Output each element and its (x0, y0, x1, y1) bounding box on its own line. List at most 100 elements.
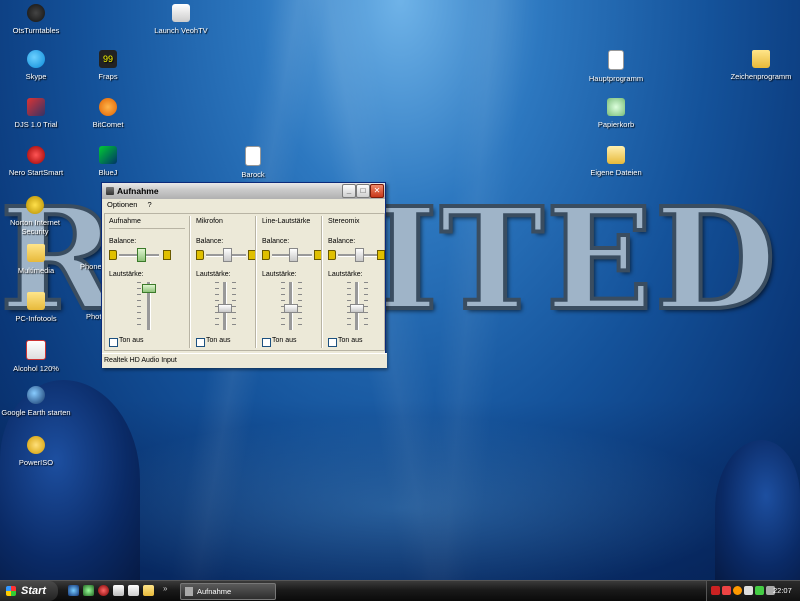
volume-label: Lautstärke: (262, 271, 297, 278)
desktop-icon-label: Fraps (98, 72, 118, 81)
folder-icon (27, 244, 45, 262)
desktop-icon-alcohol[interactable]: Alcohol 120% (0, 340, 72, 373)
speaker-left-icon (328, 250, 336, 260)
recycle-bin-icon (607, 98, 625, 116)
show-desktop-icon[interactable] (113, 585, 124, 596)
desktop-icon-label: Skype (25, 72, 47, 81)
channel-separator (189, 216, 191, 348)
disc-icon (27, 436, 45, 454)
start-button[interactable]: Start (0, 581, 58, 601)
volume-slider[interactable] (350, 304, 364, 313)
start-label: Start (21, 585, 47, 597)
balance-slider[interactable] (223, 248, 232, 262)
desktop-icon-veohtv[interactable]: Launch VeohTV (145, 4, 217, 35)
desktop-icon-label: PowerISO (18, 458, 54, 467)
volume-ticks (364, 282, 368, 330)
desktop-icon-norton[interactable]: Norton Internet Security (0, 196, 70, 236)
channel-separator (321, 216, 323, 348)
channel-title: Line-Lautstärke (262, 218, 311, 225)
mute-label: Ton aus (272, 337, 297, 344)
desktop-icon-label: Papierkorb (597, 120, 635, 129)
desktop-icon-nero[interactable]: Nero StartSmart (0, 146, 72, 177)
volume-slider[interactable] (142, 284, 156, 293)
fraps-icon: 99 (99, 50, 117, 68)
desktop-icon-otsturntables[interactable]: OtsTurntables (0, 4, 72, 35)
folder-icon[interactable] (143, 585, 154, 596)
desktop-icon-photo[interactable]: Photo (86, 312, 106, 321)
desktop-icon-label: OtsTurntables (12, 26, 60, 35)
channel-title: Aufnahme (109, 218, 141, 225)
close-button[interactable]: ✕ (370, 184, 384, 198)
desktop-icon-zeichenprogramm[interactable]: Zeichenprogramm (725, 50, 797, 81)
bitcomet-icon (99, 98, 117, 116)
tray-security-icon[interactable] (755, 586, 764, 595)
minimize-button[interactable]: _ (342, 184, 356, 198)
windows-flag-icon (6, 586, 16, 596)
desktop-icon-papierkorb[interactable]: Papierkorb (580, 98, 652, 129)
network-icon[interactable] (83, 585, 94, 596)
taskbar-item-aufnahme[interactable]: Aufnahme (180, 583, 276, 600)
desktop-icon-multimedia[interactable]: Multimedia (0, 244, 72, 275)
maximize-button[interactable]: □ (356, 184, 370, 198)
tray-antivirus-icon[interactable] (722, 586, 731, 595)
mute-checkbox[interactable] (328, 338, 337, 347)
mute-checkbox[interactable] (196, 338, 205, 347)
clock[interactable]: 22:07 (773, 581, 792, 601)
menu-help[interactable]: ? (148, 200, 152, 209)
menu-optionen[interactable]: Optionen (107, 200, 137, 209)
skype-icon (27, 50, 45, 68)
media-player-icon[interactable] (98, 585, 109, 596)
mute-checkbox[interactable] (109, 338, 118, 347)
bluej-icon (99, 146, 117, 164)
desktop-icon-bluej[interactable]: BlueJ (72, 146, 144, 177)
balance-slider[interactable] (137, 248, 146, 262)
mute-label: Ton aus (338, 337, 363, 344)
desktop-icon-barock[interactable]: Barock (217, 146, 289, 179)
mute-checkbox[interactable] (262, 338, 271, 347)
balance-slider[interactable] (355, 248, 364, 262)
norton-icon (26, 196, 44, 214)
desktop-icon-eigene-dateien[interactable]: Eigene Dateien (580, 146, 652, 177)
volume-slider[interactable] (218, 304, 232, 313)
quicklaunch-chevron-icon[interactable]: » (163, 584, 167, 593)
desktop-icon-pc-infotools[interactable]: PC-Infotools (0, 292, 72, 323)
volume-ticks (137, 282, 141, 330)
desktop-icon-poweriso[interactable]: PowerISO (0, 436, 72, 467)
tray-network-icon[interactable] (744, 586, 753, 595)
speaker-left-icon (196, 250, 204, 260)
balance-label: Balance: (196, 238, 224, 245)
desktop-icon-skype[interactable]: Skype (0, 50, 72, 81)
my-documents-icon (607, 146, 625, 164)
desktop-icon-google-earth[interactable]: Google Earth starten (0, 386, 72, 417)
volume-ticks (232, 282, 236, 330)
channel-line-lautstaerke: Line-Lautstärke Balance: Lautstärke: Ton… (258, 214, 323, 350)
window-titlebar[interactable]: Aufnahme _ □ ✕ (102, 183, 385, 199)
desktop-icon-label: DJS 1.0 Trial (14, 120, 58, 129)
menu-bar: Optionen ? (102, 199, 385, 210)
nero-icon (27, 146, 45, 164)
balance-label: Balance: (328, 238, 356, 245)
volume-label: Lautstärke: (109, 271, 144, 278)
desktop-icon-label: Google Earth starten (1, 408, 71, 417)
channel-title: Stereomix (328, 218, 360, 225)
mixer-app-icon (185, 587, 193, 596)
balance-slider[interactable] (289, 248, 298, 262)
volume-slider[interactable] (284, 304, 298, 313)
desktop-icon-label: Alcohol 120% (13, 364, 59, 373)
document-icon (245, 146, 261, 166)
tray-app-icon[interactable] (711, 586, 720, 595)
desktop-icon-label: Norton Internet Security (9, 218, 61, 236)
document-icon[interactable] (128, 585, 139, 596)
desktop-icon-hauptprogramm[interactable]: Hauptprogramm (580, 50, 652, 83)
desktop-icon-djs[interactable]: DJS 1.0 Trial (0, 98, 72, 129)
shortcut-icon (172, 4, 190, 22)
desktop-icon-bitcomet[interactable]: BitComet (72, 98, 144, 129)
mixer-channels: Aufnahme Balance: Lautstärke: Ton aus Mi… (104, 213, 385, 351)
recording-mixer-window[interactable]: Aufnahme _ □ ✕ Optionen ? Aufnahme Balan… (101, 182, 387, 368)
desktop-icon-phone[interactable]: Phone (80, 262, 102, 271)
internet-explorer-icon[interactable] (68, 585, 79, 596)
speaker-right-icon (163, 250, 171, 260)
desktop-icon-fraps[interactable]: 99 Fraps (72, 50, 144, 81)
desktop-icon-label: BlueJ (98, 168, 118, 177)
tray-bitcomet-icon[interactable] (733, 586, 742, 595)
